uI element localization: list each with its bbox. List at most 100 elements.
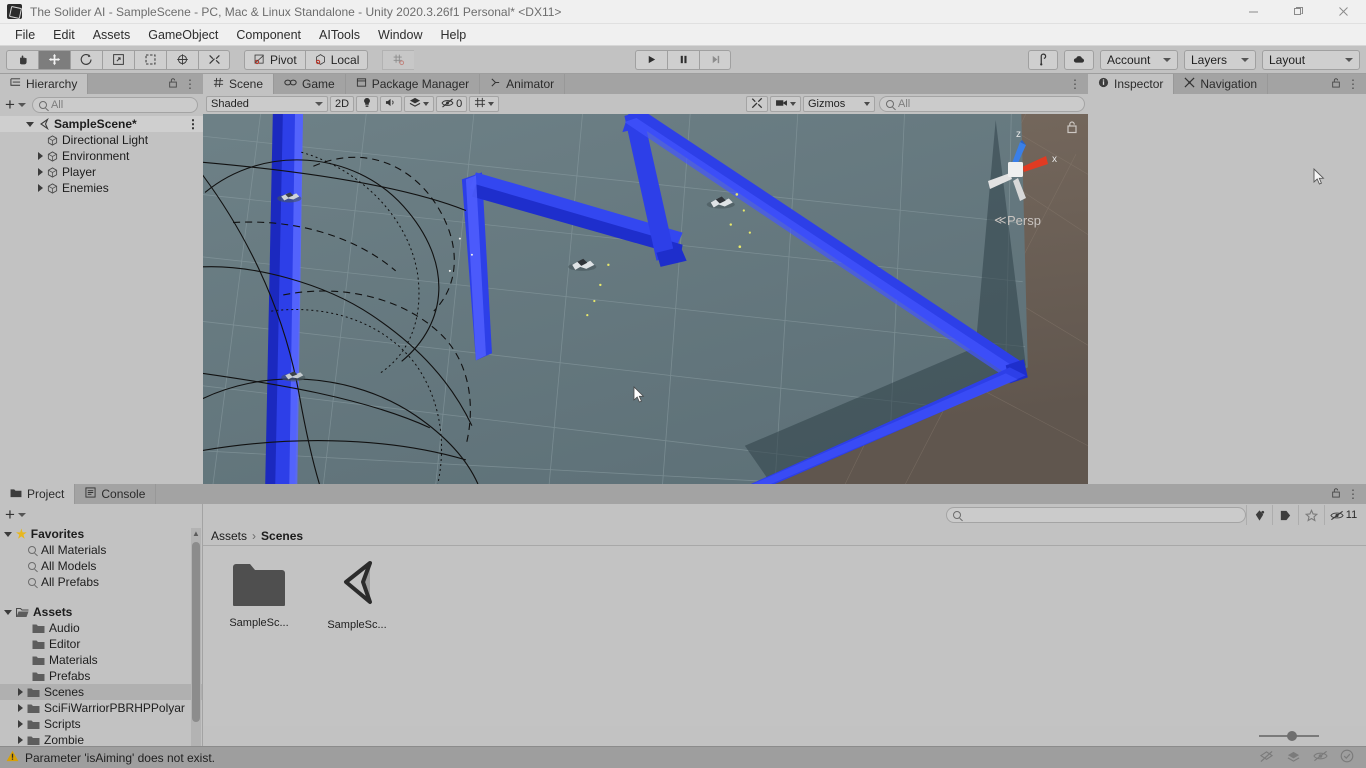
project-tree-all-materials[interactable]: All Materials xyxy=(0,542,202,558)
layers-off-icon[interactable] xyxy=(1259,750,1274,766)
scroll-up-icon[interactable]: ▲ xyxy=(192,528,200,538)
rect-tool-button[interactable] xyxy=(134,49,166,70)
move-tool-button[interactable] xyxy=(38,49,70,70)
2d-toggle-button[interactable]: 2D xyxy=(330,96,355,112)
pivot-toggle-button[interactable]: Pivot xyxy=(244,49,305,70)
account-dropdown[interactable]: Account xyxy=(1100,49,1178,70)
project-menu-icon[interactable]: ⋮ xyxy=(1347,488,1359,500)
filter-label-icon[interactable] xyxy=(1272,505,1298,525)
scale-tool-button[interactable] xyxy=(102,49,134,70)
chevron-right-icon[interactable] xyxy=(18,720,23,728)
pause-button[interactable] xyxy=(667,49,699,70)
scroll-thumb[interactable] xyxy=(192,542,200,722)
scene-view-gizmo[interactable]: z x ≪ Persp xyxy=(960,118,1070,230)
lock-icon[interactable] xyxy=(1331,77,1341,91)
chevron-down-icon[interactable] xyxy=(423,102,430,106)
asset-item-folder[interactable]: SampleSc... xyxy=(221,560,297,629)
favorite-star-icon[interactable] xyxy=(1298,505,1324,525)
check-circle-icon[interactable] xyxy=(1340,749,1354,766)
lock-icon[interactable] xyxy=(1331,487,1341,501)
scene-lock-icon[interactable] xyxy=(1066,120,1078,137)
hierarchy-item-environment[interactable]: Environment xyxy=(0,148,203,164)
tab-project[interactable]: Project xyxy=(0,484,76,504)
layers-dropdown[interactable]: Layers xyxy=(1184,49,1256,70)
scene-camera-button[interactable] xyxy=(770,96,801,112)
layout-dropdown[interactable]: Layout xyxy=(1262,49,1360,70)
scene-search-input[interactable]: All xyxy=(879,96,1085,112)
chevron-down-icon[interactable] xyxy=(488,102,495,106)
project-hidden-count-button[interactable]: 11 xyxy=(1324,505,1362,525)
menu-gameobject[interactable]: GameObject xyxy=(139,26,227,44)
play-button[interactable] xyxy=(635,49,667,70)
gizmos-dropdown[interactable]: Gizmos xyxy=(803,96,875,112)
lighting-toggle-button[interactable] xyxy=(356,96,379,112)
menu-window[interactable]: Window xyxy=(369,26,431,44)
chevron-right-icon[interactable] xyxy=(38,168,43,176)
transform-tool-button[interactable] xyxy=(166,49,198,70)
project-tree-assets[interactable]: Assets xyxy=(0,604,202,620)
tab-package-manager[interactable]: Package Manager xyxy=(345,74,481,94)
tab-game[interactable]: Game xyxy=(274,74,346,94)
tab-console[interactable]: Console xyxy=(75,484,157,504)
project-tree-prefabs[interactable]: Prefabs xyxy=(0,668,202,684)
hierarchy-menu-icon[interactable]: ⋮ xyxy=(184,78,196,90)
status-bar[interactable]: Parameter 'isAiming' does not exist. xyxy=(0,746,1366,768)
project-tree-editor[interactable]: Editor xyxy=(0,636,202,652)
tab-hierarchy[interactable]: Hierarchy xyxy=(0,74,89,94)
tab-scene[interactable]: Scene xyxy=(203,74,275,94)
grid-visibility-button[interactable] xyxy=(469,96,500,112)
menu-aitools[interactable]: AITools xyxy=(310,26,369,44)
tab-inspector[interactable]: Inspector xyxy=(1088,74,1175,94)
collab-icon[interactable] xyxy=(1028,49,1058,70)
menu-component[interactable]: Component xyxy=(227,26,310,44)
breadcrumb-scenes[interactable]: Scenes xyxy=(261,529,303,543)
effects-toggle-button[interactable] xyxy=(404,96,435,112)
scene-tools-button[interactable] xyxy=(746,96,768,112)
hierarchy-add-button[interactable]: + xyxy=(5,96,26,113)
hierarchy-item-player[interactable]: Player xyxy=(0,164,203,180)
grid-snap-icon[interactable] xyxy=(382,49,415,70)
inspector-menu-icon[interactable]: ⋮ xyxy=(1347,78,1359,90)
chevron-down-icon[interactable] xyxy=(4,609,12,615)
stack-off-icon[interactable] xyxy=(1286,750,1301,766)
hierarchy-scene-row[interactable]: SampleScene* ⋮ xyxy=(0,116,203,132)
chevron-down-icon[interactable] xyxy=(4,531,12,537)
scene-menu-icon[interactable]: ⋮ xyxy=(187,118,199,130)
shading-mode-dropdown[interactable]: Shaded xyxy=(206,96,328,112)
chevron-down-icon[interactable] xyxy=(26,121,34,127)
menu-file[interactable]: File xyxy=(6,26,44,44)
project-tree-audio[interactable]: Audio xyxy=(0,620,202,636)
filter-type-icon[interactable] xyxy=(1246,505,1272,525)
tab-animator[interactable]: Animator xyxy=(480,74,566,94)
scene-viewport[interactable]: z x ≪ Persp xyxy=(203,114,1088,484)
chevron-right-icon[interactable] xyxy=(38,152,43,160)
space-toggle-button[interactable]: Local xyxy=(304,49,369,70)
minimize-icon[interactable] xyxy=(1231,0,1276,24)
chevron-right-icon[interactable] xyxy=(18,688,23,696)
chevron-right-icon[interactable] xyxy=(18,704,23,712)
cloud-icon[interactable] xyxy=(1064,49,1094,70)
restore-icon[interactable] xyxy=(1276,0,1321,24)
menu-edit[interactable]: Edit xyxy=(44,26,84,44)
project-tree-scripts[interactable]: Scripts xyxy=(0,716,202,732)
breadcrumb-assets[interactable]: Assets xyxy=(211,529,247,543)
hidden-objects-button[interactable]: 0 xyxy=(436,96,468,112)
project-tree-scrollbar[interactable]: ▲ ▼ xyxy=(191,528,201,746)
menu-assets[interactable]: Assets xyxy=(84,26,140,44)
project-tree-scenes[interactable]: Scenes xyxy=(0,684,202,700)
hierarchy-item-directional-light[interactable]: Directional Light xyxy=(0,132,203,148)
project-add-button[interactable]: + xyxy=(5,506,26,523)
chevron-right-icon[interactable] xyxy=(18,736,23,744)
menu-help[interactable]: Help xyxy=(431,26,475,44)
hierarchy-item-enemies[interactable]: Enemies xyxy=(0,180,203,196)
tab-navigation[interactable]: Navigation xyxy=(1174,74,1269,94)
hierarchy-search-input[interactable]: All xyxy=(31,97,198,113)
project-tree-all-prefabs[interactable]: All Prefabs xyxy=(0,574,202,590)
scene-panel-menu-icon[interactable]: ⋮ xyxy=(1069,78,1081,90)
close-icon[interactable] xyxy=(1321,0,1366,24)
project-tree-favorites[interactable]: ★ Favorites xyxy=(0,526,202,542)
chevron-down-icon[interactable] xyxy=(790,102,796,106)
project-tree-materials[interactable]: Materials xyxy=(0,652,202,668)
custom-tool-button[interactable] xyxy=(198,49,230,70)
audio-toggle-button[interactable] xyxy=(380,96,403,112)
